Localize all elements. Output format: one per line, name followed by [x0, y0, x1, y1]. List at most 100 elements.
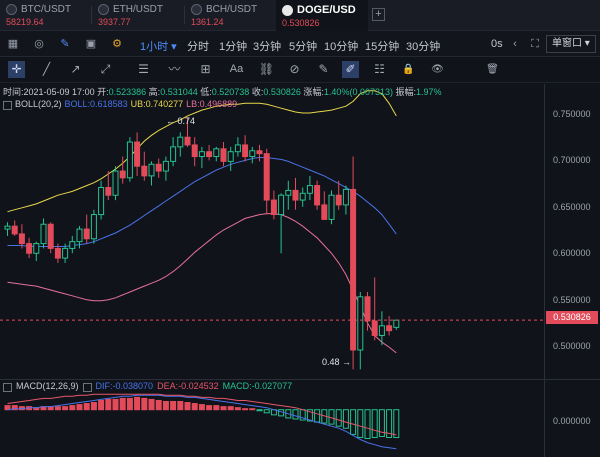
macd-histogram-bar [62, 406, 69, 411]
candle-body [378, 325, 385, 336]
interval-option[interactable]: 30分钟 [406, 38, 440, 54]
tab-bch-usdt[interactable]: BCH/USDT 1361.24 [185, 0, 275, 31]
open-value: 0.523386 [108, 87, 147, 97]
trend-icon[interactable]: ⤢ [97, 61, 114, 78]
trash-icon[interactable]: 🗑 [484, 61, 501, 78]
macd-histogram-bar [54, 406, 61, 411]
brush-icon[interactable]: ✐ [342, 61, 359, 78]
macd-histogram-bar [227, 406, 234, 411]
change-value: 1.40%(0.007313) [323, 87, 393, 97]
candle-body [191, 144, 198, 158]
tab-symbol: BTC/USDT [21, 4, 71, 15]
candle-body [285, 189, 292, 196]
calendar-icon[interactable]: ▦ [6, 37, 20, 51]
macd-histogram-bar [371, 409, 378, 438]
candle-body [206, 151, 213, 158]
candle-body [328, 194, 335, 220]
candle-body [184, 136, 191, 146]
candle-body [76, 228, 83, 243]
candle-body [234, 144, 241, 153]
text-icon[interactable]: Aa [228, 61, 245, 78]
candle-body [393, 319, 400, 328]
candle-body [33, 243, 40, 254]
candle-body [321, 204, 328, 220]
macd-histogram-bar [357, 409, 364, 438]
tab-doge-usd[interactable]: DOGE/USD 0.530826 [276, 0, 368, 31]
candle-body [335, 194, 342, 206]
candle-body [119, 170, 126, 179]
tab-symbol: ETH/USDT [113, 4, 163, 15]
doge-icon [282, 4, 293, 16]
interval-option[interactable]: 15分钟 [365, 38, 399, 54]
candle-body [148, 163, 155, 177]
price-axis-tick: 0.600000 [553, 248, 591, 258]
measure-icon[interactable]: ⛓ [258, 61, 275, 78]
candle-body [170, 146, 177, 162]
high-label: 高: [148, 87, 161, 97]
candlestick-icon[interactable]: ☷ [371, 61, 388, 78]
line-icon[interactable]: ╱ [38, 61, 55, 78]
indicator-toggle-icon[interactable] [3, 100, 12, 110]
candle-body [141, 165, 148, 177]
crosshair-icon[interactable]: ✛ [8, 61, 25, 78]
price-chart[interactable] [0, 84, 600, 457]
interval-option[interactable]: 5分钟 [289, 38, 317, 54]
window-mode-label: 单窗口 [552, 38, 582, 49]
macd-histogram-bar [206, 405, 213, 411]
candle-body [11, 225, 18, 235]
macd-axis-tick: 0.000000 [553, 416, 591, 426]
candle-body [112, 170, 119, 196]
interval-option[interactable]: 10分钟 [324, 38, 358, 54]
boll-legend: BOLL(20,2) BOLL:0.618583 UB:0.740277 LB:… [3, 99, 238, 110]
ruler-icon[interactable]: ✎ [315, 61, 332, 78]
macd-name: MACD(12,26,9) [16, 381, 79, 391]
candle-body [299, 192, 306, 201]
candle-body [126, 141, 133, 179]
box-icon[interactable]: ⊞ [197, 61, 214, 78]
back-icon[interactable]: ‹ [508, 37, 522, 51]
save-icon[interactable]: ▣ [84, 37, 98, 51]
pencil-icon[interactable]: ✎ [58, 37, 72, 51]
macd-dea-value: DEA:-0.024532 [157, 381, 219, 391]
candle-body [4, 225, 11, 230]
price-axis-tick: 0.650000 [553, 202, 591, 212]
macd-histogram-bar [162, 400, 169, 411]
coin-icon [6, 4, 17, 15]
candle-body [350, 188, 357, 351]
macd-histogram-bar [314, 409, 321, 423]
tab-btc-usdt[interactable]: BTC/USDT 58219.64 [0, 0, 90, 31]
ray-icon[interactable]: ↗ [67, 61, 84, 78]
macd-histogram-bar [155, 399, 162, 411]
wave-icon[interactable]: 〰 [166, 61, 183, 78]
candle-body [98, 186, 105, 216]
symbol-tab-bar: BTC/USDT 58219.64 ETH/USDT 3937.77 BCH/U… [0, 0, 600, 31]
interval-option[interactable]: 分时 [187, 38, 209, 54]
macd-legend: MACD(12,26,9) DIF:-0.038070 DEA:-0.02453… [3, 381, 292, 392]
indicator-settings-icon[interactable] [82, 382, 92, 392]
window-mode-select[interactable]: 单窗口 ▾ [546, 35, 596, 53]
horizontal-lines-icon[interactable]: ☰ [135, 61, 152, 78]
macd-histogram-bar [364, 409, 371, 440]
macd-histogram-bar [76, 404, 83, 411]
candle-body [263, 153, 270, 201]
interval-option[interactable]: 3分钟 [253, 38, 281, 54]
boll-ub-value: UB:0.740277 [130, 99, 184, 109]
interval-option[interactable]: 1分钟 [219, 38, 247, 54]
lock-icon[interactable]: 🔒 [400, 61, 417, 78]
eye-icon[interactable]: 👁 [429, 61, 446, 78]
boll-lb-value: LB:0.496889 [186, 99, 238, 109]
add-tab-button[interactable]: + [372, 8, 385, 21]
tab-eth-usdt[interactable]: ETH/USDT 3937.77 [92, 0, 184, 31]
candle-body [105, 186, 112, 196]
boll-mid-value: BOLL:0.618583 [64, 99, 128, 109]
interval-selector[interactable]: 1小时 ▾ [140, 38, 177, 54]
macd-histogram-bar [342, 409, 349, 429]
indicator-toggle-icon[interactable] [3, 382, 12, 392]
fullscreen-icon[interactable]: ⛶ [528, 37, 542, 51]
target-icon[interactable]: ◎ [32, 37, 46, 51]
candle-body [314, 185, 321, 206]
macd-histogram-bar [234, 407, 241, 411]
settings-icon[interactable]: ⚙ [110, 37, 124, 51]
tab-price: 1361.24 [191, 17, 224, 27]
magnet-icon[interactable]: ⊘ [286, 61, 303, 78]
